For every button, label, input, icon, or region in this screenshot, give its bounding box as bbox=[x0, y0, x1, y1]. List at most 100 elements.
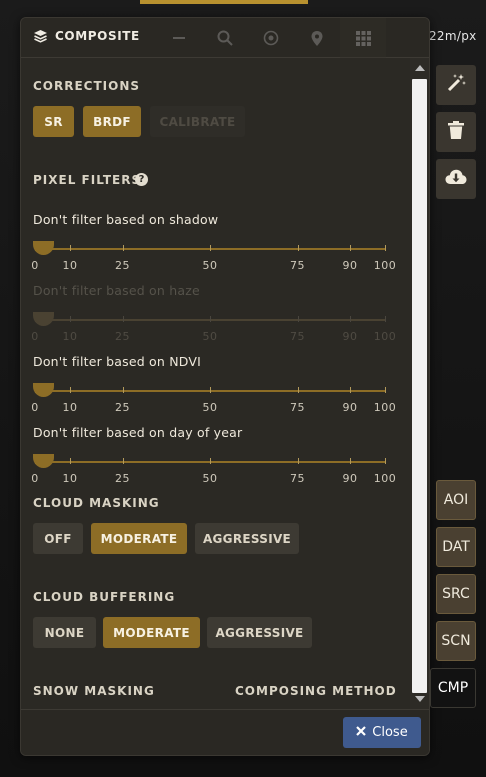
panel-header: COMPOSITE bbox=[21, 18, 429, 58]
pin-icon[interactable] bbox=[294, 18, 340, 58]
slider-handle[interactable] bbox=[33, 454, 54, 468]
slider-tick bbox=[70, 316, 71, 322]
panel-scroll-area[interactable]: CORRECTIONS SR BRDF CALIBRATE PIXEL FILT… bbox=[21, 58, 429, 709]
slider-tick-label: 0 bbox=[31, 401, 39, 414]
search-icon[interactable] bbox=[202, 18, 248, 58]
brdf-button[interactable]: BRDF bbox=[83, 106, 141, 137]
layers-icon bbox=[33, 29, 48, 43]
help-icon[interactable]: ? bbox=[135, 173, 148, 186]
magic-wand-button[interactable] bbox=[436, 65, 476, 105]
slider-tick-label: 10 bbox=[62, 401, 78, 414]
target-icon[interactable] bbox=[248, 18, 294, 58]
slider-tick-label: 75 bbox=[290, 472, 305, 485]
scroll-down-arrow[interactable] bbox=[415, 696, 425, 702]
minus-icon[interactable] bbox=[156, 18, 202, 58]
slider-tick bbox=[122, 245, 124, 251]
day-of-year-filter-slider[interactable]: 0 10 25 50 75 90 100 bbox=[31, 453, 396, 493]
composing-method-title: COMPOSING METHOD bbox=[235, 684, 397, 698]
slider-tick bbox=[385, 387, 386, 393]
cloud-download-button[interactable] bbox=[436, 159, 476, 199]
haze-filter-slider[interactable]: 0 10 25 50 75 90 100 bbox=[31, 311, 396, 351]
slider-tick bbox=[70, 245, 71, 251]
close-icon bbox=[356, 725, 367, 740]
trash-icon bbox=[448, 121, 464, 143]
slider-tick bbox=[297, 245, 299, 251]
cloud-buffering-title: CLOUD BUFFERING bbox=[33, 590, 176, 604]
slider-tick bbox=[122, 316, 124, 322]
slider-tick bbox=[350, 316, 351, 322]
cloud-masking-aggressive-button[interactable]: AGGRESSIVE bbox=[195, 523, 299, 554]
slider-tick-label: 25 bbox=[115, 330, 130, 343]
slider-tick-label: 50 bbox=[202, 401, 218, 414]
composite-panel: COMPOSITE CORRECTIONS SR BRDF CALIBRATE bbox=[20, 17, 430, 756]
slider-tick bbox=[122, 387, 124, 393]
slider-tick bbox=[350, 458, 351, 464]
cloud-buffering-moderate-button[interactable]: MODERATE bbox=[103, 617, 200, 648]
slider-tick bbox=[210, 387, 211, 393]
cloud-masking-off-button[interactable]: OFF bbox=[33, 523, 83, 554]
slider-tick-label: 90 bbox=[342, 330, 358, 343]
map-accent-bar bbox=[140, 0, 308, 4]
slider-tick-label: 75 bbox=[290, 259, 305, 272]
slider-tick-label: 0 bbox=[31, 472, 39, 485]
slider-tick bbox=[385, 316, 386, 322]
scale-readout: 22m/px bbox=[429, 29, 477, 43]
slider-tick-label: 50 bbox=[202, 472, 218, 485]
slider-tick-label: 100 bbox=[373, 472, 397, 485]
cloud-buffering-aggressive-button[interactable]: AGGRESSIVE bbox=[207, 617, 312, 648]
shadow-filter-label: Don't filter based on shadow bbox=[33, 212, 219, 227]
panel-title-text: COMPOSITE bbox=[55, 29, 140, 43]
sr-button[interactable]: SR bbox=[33, 106, 74, 137]
panel-footer: Close bbox=[21, 709, 429, 755]
slider-tick bbox=[122, 458, 124, 464]
slider-tick bbox=[210, 245, 211, 251]
slider-tick bbox=[297, 316, 299, 322]
slider-tick bbox=[350, 387, 351, 393]
slider-handle[interactable] bbox=[33, 241, 54, 255]
slider-tick-label: 90 bbox=[342, 259, 358, 272]
slider-tick bbox=[70, 387, 71, 393]
side-tab-scn[interactable]: SCN bbox=[436, 621, 476, 661]
grid-icon[interactable] bbox=[340, 18, 386, 58]
slider-tick bbox=[350, 245, 351, 251]
scroll-thumb[interactable] bbox=[412, 79, 427, 693]
scroll-up-arrow[interactable] bbox=[415, 65, 425, 71]
panel-title: COMPOSITE bbox=[33, 29, 140, 43]
slider-tick bbox=[70, 458, 71, 464]
side-tab-aoi[interactable]: AOI bbox=[436, 480, 476, 520]
slider-tick bbox=[385, 245, 386, 251]
ndvi-filter-slider[interactable]: 0 10 25 50 75 90 100 bbox=[31, 382, 396, 422]
slider-tick-label: 50 bbox=[202, 330, 218, 343]
side-tab-dat[interactable]: DAT bbox=[436, 527, 476, 567]
header-toolbar bbox=[156, 18, 386, 58]
slider-tick-label: 0 bbox=[31, 259, 39, 272]
slider-tick-label: 10 bbox=[62, 259, 78, 272]
slider-tick-label: 25 bbox=[115, 472, 130, 485]
shadow-filter-slider[interactable]: 0 10 25 50 75 90 100 bbox=[31, 240, 396, 280]
slider-tick-label: 90 bbox=[342, 401, 358, 414]
close-button[interactable]: Close bbox=[343, 717, 421, 748]
trash-button[interactable] bbox=[436, 112, 476, 152]
cloud-masking-moderate-button[interactable]: MODERATE bbox=[91, 523, 187, 554]
slider-tick-label: 100 bbox=[373, 259, 397, 272]
slider-tick-label: 10 bbox=[62, 330, 78, 343]
panel-scrollbar[interactable] bbox=[410, 58, 429, 709]
slider-tick-label: 10 bbox=[62, 472, 78, 485]
slider-tick-label: 25 bbox=[115, 259, 130, 272]
slider-tick-label: 75 bbox=[290, 330, 305, 343]
side-tab-src[interactable]: SRC bbox=[436, 574, 476, 614]
cloud-buffering-none-button[interactable]: NONE bbox=[33, 617, 96, 648]
slider-tick bbox=[210, 458, 211, 464]
slider-handle[interactable] bbox=[33, 312, 54, 326]
slider-tick-label: 75 bbox=[290, 401, 305, 414]
cloud-masking-title: CLOUD MASKING bbox=[33, 496, 160, 510]
calibrate-button[interactable]: CALIBRATE bbox=[150, 106, 245, 137]
close-label: Close bbox=[372, 725, 408, 740]
slider-handle[interactable] bbox=[33, 383, 54, 397]
slider-tick-label: 100 bbox=[373, 330, 397, 343]
ndvi-filter-label: Don't filter based on NDVI bbox=[33, 354, 201, 369]
haze-filter-label: Don't filter based on haze bbox=[33, 283, 200, 298]
slider-tick-label: 25 bbox=[115, 401, 130, 414]
slider-tick-label: 90 bbox=[342, 472, 358, 485]
side-tab-cmp[interactable]: CMP bbox=[430, 668, 476, 708]
